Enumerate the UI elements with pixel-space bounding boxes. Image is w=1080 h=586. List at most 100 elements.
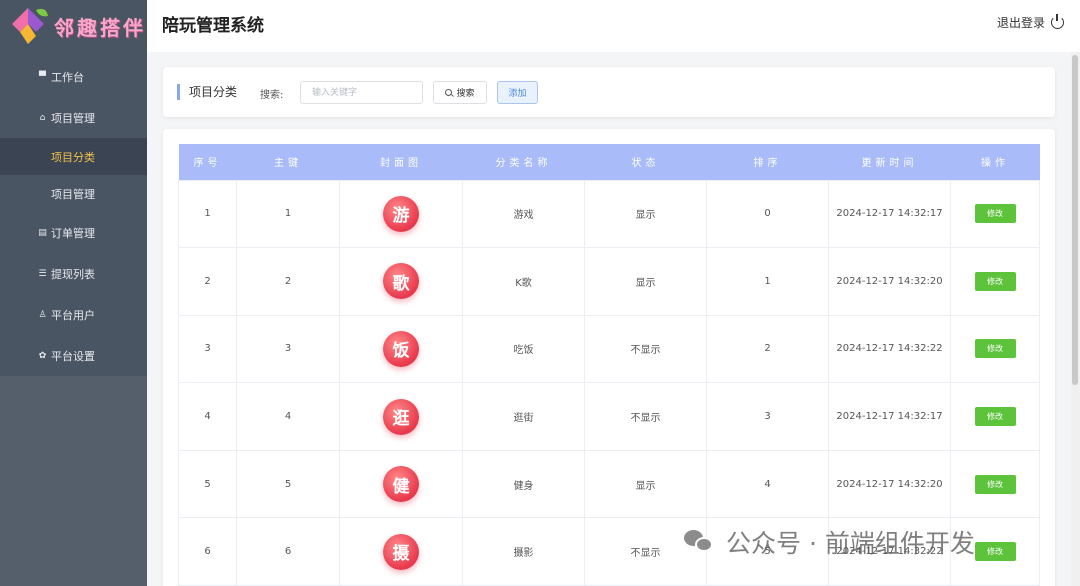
cell-cover: 摄 (339, 517, 463, 586)
top-header: 陪玩管理系统 退出登录 (147, 0, 1080, 52)
cell-cover: 饭 (339, 314, 463, 384)
cell-status: 不显示 (584, 382, 707, 451)
cell-status: 显示 (584, 449, 707, 519)
cell-updated: 2024-12-17 14:32:22 (828, 314, 951, 384)
cell-updated: 2024-12-17 14:32:20 (828, 449, 951, 519)
edit-button[interactable]: 修改 (974, 204, 1016, 224)
table-row: 3 3 饭 吃饭 不显示 2 2024-12-17 14:32:22 修改 (178, 314, 1040, 384)
search-icon (445, 89, 453, 96)
table-row: 4 4 逛 逛街 不显示 3 2024-12-17 14:32:17 修改 (178, 382, 1040, 451)
column-header: 状态 (631, 158, 660, 170)
logout-button[interactable]: 退出登录 (997, 14, 1064, 31)
sidebar-item-label: 订单管理 (51, 226, 95, 240)
cell-sort: 3 (706, 382, 829, 451)
search-label: 搜索: (260, 90, 284, 101)
column-header: 分类名称 (495, 158, 552, 170)
cell-index: 2 (178, 247, 237, 316)
logo-text: 邻趣搭伴 (54, 15, 146, 40)
app-logo: 邻趣搭伴 (0, 0, 147, 52)
page-scrollbar[interactable] (1071, 52, 1080, 586)
sidebar-item-withdrawals[interactable]: ☰ 提现列表 (0, 253, 147, 294)
cell-id: 4 (236, 382, 340, 451)
page-title: 陪玩管理系统 (162, 16, 264, 36)
scrollbar-thumb[interactable] (1072, 55, 1078, 385)
edit-button[interactable]: 修改 (974, 542, 1016, 562)
cell-updated: 2024-12-17 14:32:17 (828, 179, 951, 249)
edit-button[interactable]: 修改 (974, 407, 1016, 427)
user-icon: ♙ (38, 309, 47, 320)
sidebar-item-label: 平台设置 (51, 349, 95, 363)
section-title: 项目分类 (177, 84, 237, 100)
cover-image: 摄 (383, 533, 419, 570)
wechat-icon (684, 530, 714, 554)
database-icon: ☰ (38, 268, 47, 279)
sidebar-item-label: 提现列表 (51, 267, 95, 281)
table-row: 5 5 健 健身 显示 4 2024-12-17 14:32:20 修改 (178, 449, 1040, 519)
sidebar-item-users[interactable]: ♙ 平台用户 (0, 294, 147, 335)
cover-image: 健 (383, 466, 419, 503)
add-button[interactable]: 添加 (497, 81, 538, 104)
cell-index: 4 (178, 382, 237, 451)
edit-button[interactable]: 修改 (974, 474, 1016, 494)
document-icon: ▤ (38, 227, 47, 238)
cover-image: 饭 (383, 330, 419, 367)
logout-label: 退出登录 (996, 16, 1045, 30)
cell-index: 6 (178, 517, 237, 586)
cover-image: 歌 (383, 263, 419, 300)
sidebar-footer (0, 376, 147, 586)
table-panel: 序号 主键 封面图 分类名称 状态 排序 更新时间 操作 1 1 游 游戏 显示… (163, 129, 1055, 586)
cell-updated: 2024-12-17 14:32:17 (828, 382, 951, 451)
sidebar-item-label: 工作台 (51, 70, 84, 84)
cell-id: 2 (236, 247, 340, 316)
search-button-label: 搜索 (456, 89, 475, 99)
cell-cover: 歌 (339, 247, 463, 316)
sidebar-item-dashboard[interactable]: ▀ 工作台 (0, 56, 147, 97)
cell-index: 1 (178, 179, 237, 249)
cell-name: 健身 (462, 449, 585, 519)
cell-sort: 2 (706, 314, 829, 384)
cell-sort: 0 (706, 179, 829, 249)
cell-status: 显示 (584, 179, 707, 249)
cover-image: 逛 (383, 398, 419, 435)
cell-cover: 健 (339, 449, 463, 519)
cell-actions: 修改 (950, 179, 1040, 249)
column-header: 序号 (193, 158, 222, 170)
home-icon: ⌂ (39, 112, 46, 123)
cell-status: 不显示 (584, 314, 707, 384)
cell-name: 逛街 (462, 382, 585, 451)
search-button[interactable]: 搜索 (433, 81, 487, 104)
filter-panel: 项目分类 搜索: 搜索 添加 (163, 67, 1055, 117)
category-table: 序号 主键 封面图 分类名称 状态 排序 更新时间 操作 1 1 游 游戏 显示… (178, 144, 1040, 586)
cell-sort: 1 (706, 247, 829, 316)
column-header: 封面图 (380, 158, 422, 170)
sidebar-item-label: 平台用户 (51, 308, 95, 322)
cell-name: 吃饭 (462, 314, 585, 384)
table-row: 1 1 游 游戏 显示 0 2024-12-17 14:32:17 修改 (178, 179, 1040, 249)
cell-sort: 4 (706, 449, 829, 519)
sidebar-nav: ▀ 工作台 ⌂ 项目管理 项目分类 项目管理 ▤ 订单管理 ☰ 提现列表 ♙ 平… (0, 56, 147, 376)
edit-button[interactable]: 修改 (974, 339, 1016, 359)
sidebar-item-label: 项目管理 (51, 111, 95, 125)
sidebar-item-project-list[interactable]: 项目管理 (0, 175, 147, 212)
search-input[interactable] (300, 81, 423, 104)
sidebar-item-project-management[interactable]: ⌂ 项目管理 (0, 97, 147, 138)
cell-actions: 修改 (950, 382, 1040, 451)
sidebar-item-orders[interactable]: ▤ 订单管理 (0, 212, 147, 253)
column-header: 主键 (274, 158, 302, 170)
cell-cover: 逛 (339, 382, 463, 451)
cell-index: 5 (178, 449, 237, 519)
power-icon (1051, 14, 1064, 29)
cell-status: 显示 (584, 247, 707, 316)
monitor-icon: ▀ (39, 71, 46, 82)
cell-id: 6 (236, 517, 340, 586)
edit-button[interactable]: 修改 (974, 271, 1016, 291)
cell-index: 3 (178, 314, 237, 384)
sidebar-item-label: 项目管理 (51, 187, 95, 201)
column-header: 排序 (753, 158, 782, 170)
sidebar-item-label: 项目分类 (51, 150, 95, 164)
cover-image: 游 (383, 195, 419, 232)
sidebar-item-settings[interactable]: ✿ 平台设置 (0, 335, 147, 376)
cell-actions: 修改 (950, 314, 1040, 384)
cell-id: 1 (236, 179, 340, 249)
sidebar-item-project-category[interactable]: 项目分类 (0, 138, 147, 175)
